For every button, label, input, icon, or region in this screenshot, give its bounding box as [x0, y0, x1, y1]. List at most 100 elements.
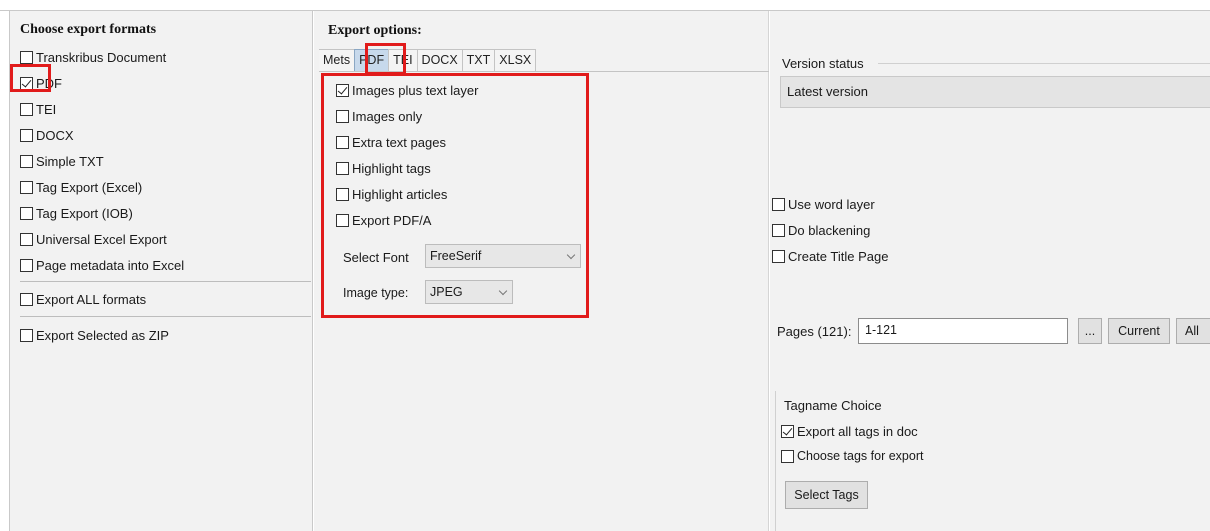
checkbox-icon[interactable] — [20, 206, 33, 220]
create-title-page[interactable]: Create Title Page — [772, 247, 888, 265]
checkbox-icon[interactable] — [772, 223, 785, 237]
checkbox-icon[interactable] — [336, 213, 349, 227]
checkbox-icon[interactable] — [336, 109, 349, 123]
tab-docx[interactable]: DOCX — [416, 49, 463, 71]
checkbox-icon[interactable] — [336, 161, 349, 175]
format-label: Simple TXT — [36, 153, 104, 169]
current-page-button[interactable]: Current — [1108, 318, 1170, 344]
format-docx[interactable]: DOCX — [20, 126, 74, 144]
format-page-metadata-excel[interactable]: Page metadata into Excel — [20, 256, 184, 274]
checkbox-icon[interactable] — [20, 50, 33, 64]
images-plus-text-layer[interactable]: Images plus text layer — [336, 81, 478, 99]
tagname-group-border — [775, 391, 776, 531]
checkbox-checked-icon[interactable] — [781, 424, 794, 438]
export-options-tabbar: Mets PDF TEI DOCX TXT XLSX — [319, 49, 537, 71]
select-font-label: Select Font — [343, 250, 409, 265]
option-label: Use word layer — [788, 196, 875, 212]
separator — [20, 281, 311, 282]
tab-tei[interactable]: TEI — [388, 49, 418, 71]
checkbox-icon[interactable] — [20, 258, 33, 272]
format-label: Page metadata into Excel — [36, 257, 185, 273]
checkbox-icon[interactable] — [20, 328, 33, 342]
export-options-title: Export options: — [328, 23, 422, 38]
option-label: Export PDF/A — [352, 212, 432, 228]
format-label: Universal Excel Export — [36, 231, 167, 247]
separator — [20, 316, 311, 317]
checkbox-icon[interactable] — [336, 187, 349, 201]
export-zip-label: Export Selected as ZIP — [36, 327, 169, 343]
select-tags-button[interactable]: Select Tags — [785, 481, 868, 509]
format-label: Tag Export (IOB) — [36, 205, 133, 221]
checkbox-icon[interactable] — [781, 449, 794, 463]
option-label: Highlight tags — [352, 160, 431, 176]
checkbox-icon[interactable] — [336, 135, 349, 149]
export-all-formats[interactable]: Export ALL formats — [20, 290, 146, 308]
checkbox-icon[interactable] — [20, 232, 33, 246]
version-status-label: Version status — [782, 56, 864, 71]
pages-input[interactable]: 1-121 — [858, 318, 1068, 344]
tab-xlsx[interactable]: XLSX — [494, 49, 537, 71]
format-transkribus-document[interactable]: Transkribus Document — [20, 48, 166, 66]
option-label: Images plus text layer — [352, 82, 479, 98]
tab-content-border — [319, 71, 769, 72]
checkbox-icon[interactable] — [772, 249, 785, 263]
export-options-panel: Export options: Mets PDF TEI DOCX TXT XL… — [314, 11, 769, 531]
chevron-down-icon — [566, 250, 576, 260]
do-blackening[interactable]: Do blackening — [772, 221, 870, 239]
font-select-value: FreeSerif — [430, 249, 482, 263]
export-formats-panel: Choose export formats Transkribus Docume… — [10, 11, 313, 531]
image-type-label: Image type: — [343, 286, 409, 300]
tagname-choice-label: Tagname Choice — [784, 398, 882, 413]
checkbox-icon[interactable] — [20, 154, 33, 168]
format-tag-export-iob[interactable]: Tag Export (IOB) — [20, 204, 133, 222]
format-label: DOCX — [36, 127, 74, 143]
option-label: Do blackening — [788, 222, 871, 238]
page-range-button[interactable]: ... — [1078, 318, 1102, 344]
image-type-select[interactable]: JPEG — [425, 280, 513, 304]
format-label: TEI — [36, 101, 57, 117]
format-universal-excel[interactable]: Universal Excel Export — [20, 230, 167, 248]
checkbox-checked-icon[interactable] — [336, 83, 349, 97]
use-word-layer[interactable]: Use word layer — [772, 195, 875, 213]
format-tei[interactable]: TEI — [20, 100, 56, 118]
font-select[interactable]: FreeSerif — [425, 244, 581, 268]
pages-label: Pages (121): — [777, 324, 852, 339]
export-formats-title: Choose export formats — [20, 22, 157, 37]
tab-pdf[interactable]: PDF — [354, 49, 390, 71]
checkbox-icon[interactable] — [772, 197, 785, 211]
checkbox-icon[interactable] — [20, 180, 33, 194]
checkbox-icon[interactable] — [20, 128, 33, 142]
format-label: Transkribus Document — [36, 49, 167, 65]
group-border — [878, 63, 1210, 64]
format-simple-txt[interactable]: Simple TXT — [20, 152, 104, 170]
tab-txt[interactable]: TXT — [461, 49, 496, 71]
highlight-tags[interactable]: Highlight tags — [336, 159, 431, 177]
chevron-down-icon — [498, 286, 508, 296]
format-pdf[interactable]: PDF — [20, 74, 62, 92]
choose-tags-for-export[interactable]: Choose tags for export — [781, 447, 923, 465]
export-pdfa[interactable]: Export PDF/A — [336, 211, 431, 229]
checkbox-icon[interactable] — [20, 292, 33, 306]
option-label: Create Title Page — [788, 248, 889, 264]
option-label: Images only — [352, 108, 423, 124]
export-selected-zip[interactable]: Export Selected as ZIP — [20, 326, 169, 344]
version-status-select[interactable]: Latest version — [780, 76, 1210, 108]
option-label: Extra text pages — [352, 134, 446, 150]
extra-text-pages[interactable]: Extra text pages — [336, 133, 446, 151]
option-label: Export all tags in doc — [797, 423, 918, 439]
export-all-label: Export ALL formats — [36, 291, 147, 307]
version-status-value: Latest version — [787, 84, 868, 99]
format-label: PDF — [36, 75, 62, 91]
checkbox-checked-icon[interactable] — [20, 76, 33, 90]
format-label: Tag Export (Excel) — [36, 179, 143, 195]
export-all-tags[interactable]: Export all tags in doc — [781, 422, 918, 440]
checkbox-icon[interactable] — [20, 102, 33, 116]
tab-mets[interactable]: Mets — [319, 49, 356, 71]
option-label: Choose tags for export — [797, 449, 924, 463]
highlight-articles[interactable]: Highlight articles — [336, 185, 447, 203]
option-label: Highlight articles — [352, 186, 448, 202]
image-type-value: JPEG — [430, 285, 463, 299]
format-tag-export-excel[interactable]: Tag Export (Excel) — [20, 178, 142, 196]
images-only[interactable]: Images only — [336, 107, 422, 125]
all-pages-button[interactable]: All — [1176, 318, 1210, 344]
